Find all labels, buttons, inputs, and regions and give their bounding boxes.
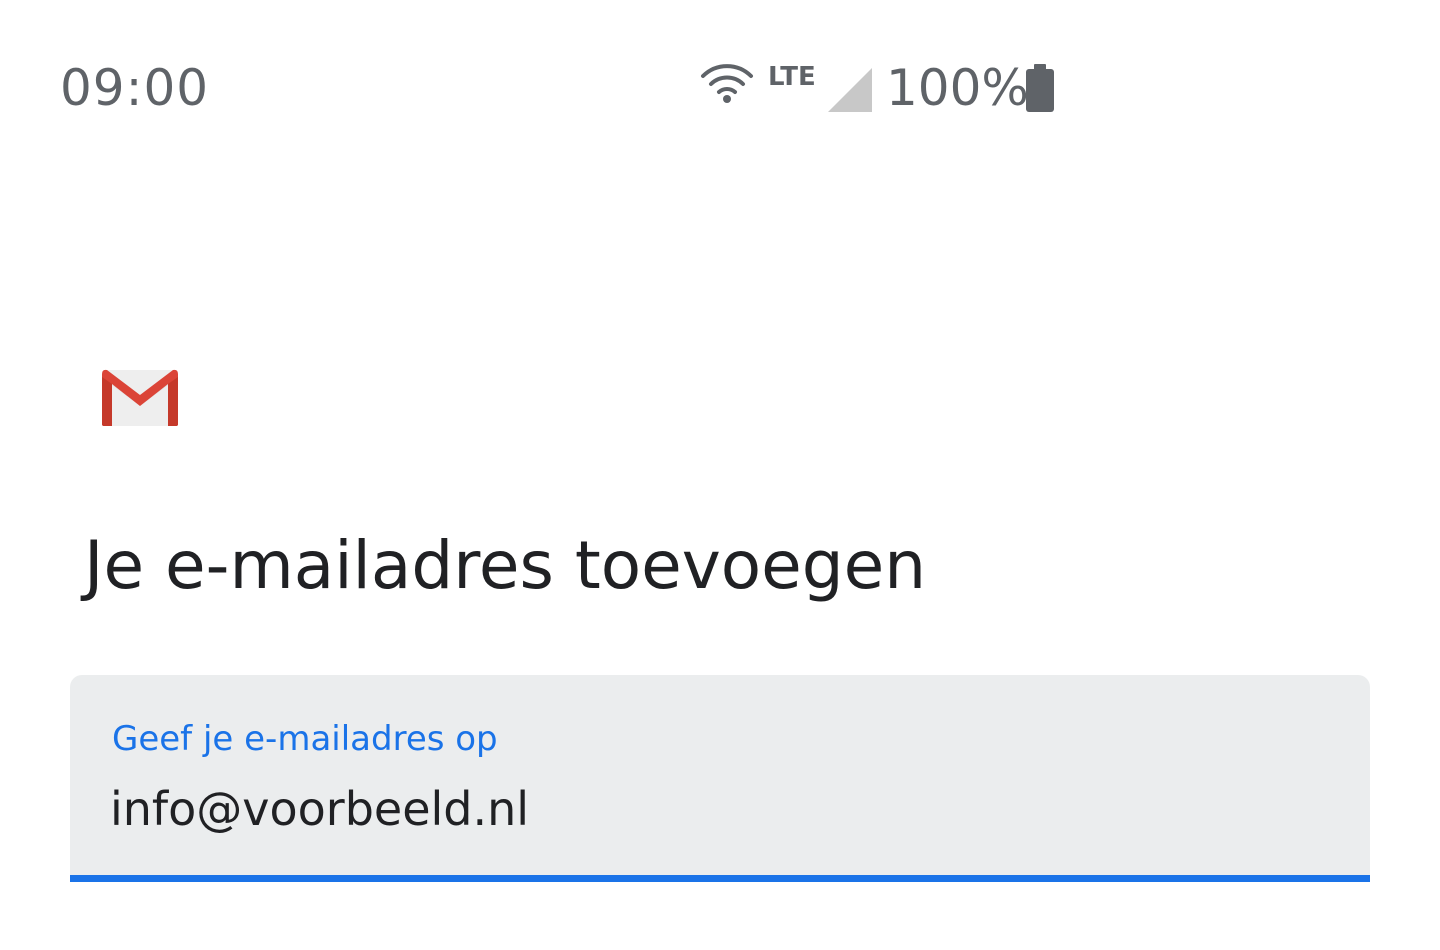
email-field-label: Geef je e-mailadres op <box>112 719 498 759</box>
email-input[interactable] <box>110 779 1310 839</box>
page-title: Je e-mailadres toevoegen <box>84 527 927 604</box>
status-clock: 09:00 <box>60 59 210 117</box>
wifi-icon <box>701 64 753 103</box>
email-field-underline <box>70 875 1370 882</box>
email-field[interactable]: Geef je e-mailadres op <box>70 675 1370 882</box>
status-bar: 09:00 LTE 100% <box>0 0 1440 150</box>
signal-icon <box>828 68 872 112</box>
network-type-label: LTE <box>768 62 816 92</box>
battery-icon <box>1026 64 1054 112</box>
battery-percent: 100% <box>886 59 1029 117</box>
gmail-logo-icon <box>102 369 178 426</box>
